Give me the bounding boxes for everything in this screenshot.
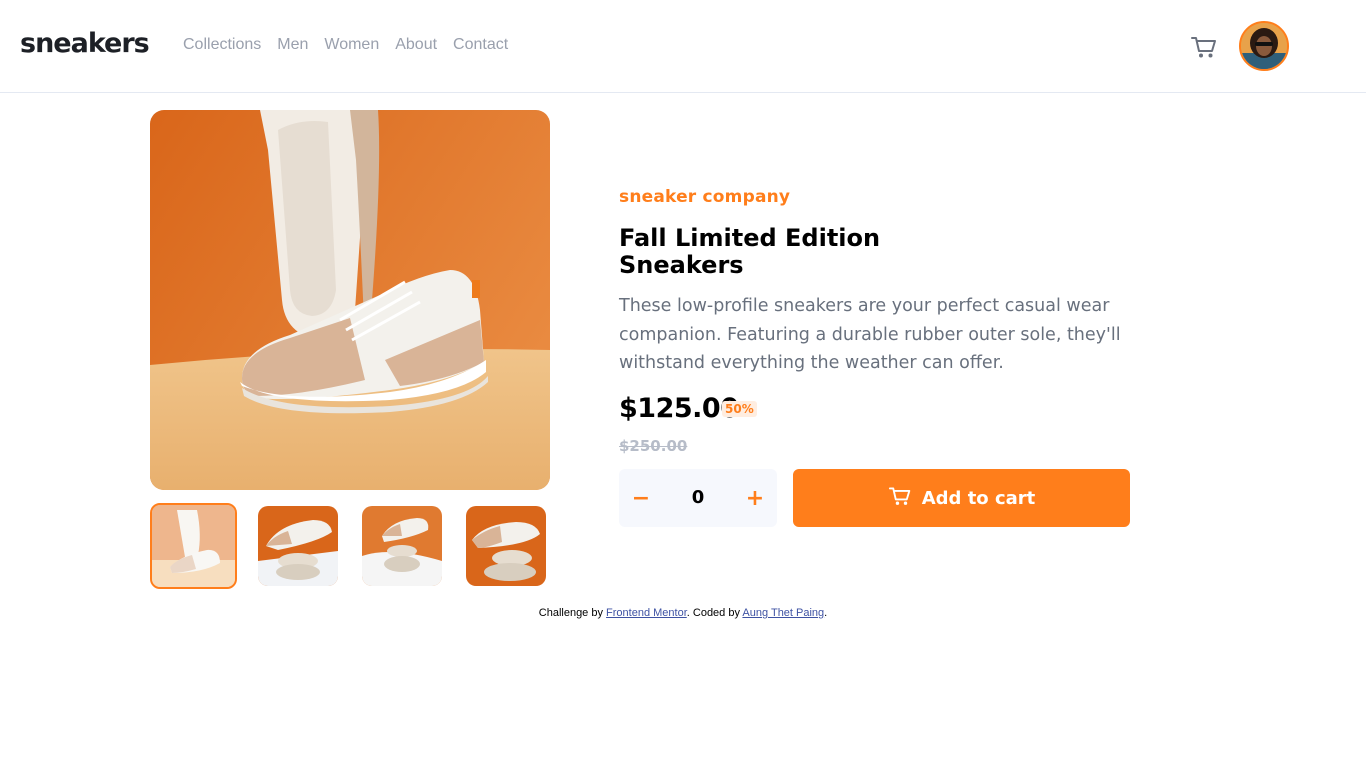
nav-item-women[interactable]: Women (324, 36, 379, 54)
nav-item-contact[interactable]: Contact (453, 36, 508, 54)
product-title-line1: Fall Limited Edition (619, 224, 881, 252)
discount-badge: 50% (722, 401, 757, 417)
minus-icon: − (631, 485, 651, 511)
decrease-quantity-button[interactable]: − (619, 469, 663, 527)
attribution-prefix: Challenge by (538, 607, 607, 619)
thumbnail-1[interactable] (150, 503, 237, 589)
attribution-suffix: . (824, 607, 828, 619)
add-to-cart-label: Add to cart (921, 487, 1036, 509)
product-main-image[interactable] (150, 110, 550, 490)
product-title-line2: Sneakers (619, 251, 744, 279)
frontend-mentor-link[interactable]: Frontend Mentor (606, 607, 687, 619)
cart-icon (888, 485, 912, 511)
original-price: $250.00 (619, 437, 688, 455)
increase-quantity-button[interactable]: + (733, 469, 777, 527)
thumbnail-2[interactable] (258, 506, 338, 586)
company-name: sneaker company (619, 187, 791, 207)
thumbnail-strip (150, 503, 550, 589)
site-logo[interactable]: sneakers (20, 28, 150, 59)
attribution-middle: . Coded by (686, 607, 743, 619)
product-description: These low-profile sneakers are your perf… (619, 296, 1121, 373)
current-price: $125.00 (619, 393, 739, 424)
user-avatar[interactable] (1239, 21, 1289, 71)
add-to-cart-button[interactable]: Add to cart (793, 469, 1130, 527)
quantity-value: 0 (691, 487, 705, 508)
thumbnail-4[interactable] (466, 506, 546, 586)
nav-item-about[interactable]: About (395, 36, 437, 54)
plus-icon: + (745, 485, 765, 511)
nav-item-collections[interactable]: Collections (183, 36, 261, 54)
thumbnail-3[interactable] (362, 506, 442, 586)
product-title: Fall Limited Edition Sneakers (619, 225, 939, 279)
attribution-footer: Challenge by Frontend Mentor. Coded by A… (0, 607, 1366, 619)
quantity-stepper: − 0 + (619, 469, 777, 527)
cart-icon[interactable] (1190, 34, 1218, 60)
main-nav: Collections Men Women About Contact (183, 36, 508, 54)
nav-item-men[interactable]: Men (277, 36, 308, 54)
author-link[interactable]: Aung Thet Paing (742, 607, 824, 619)
site-header: sneakers Collections Men Women About Con… (0, 0, 1366, 93)
